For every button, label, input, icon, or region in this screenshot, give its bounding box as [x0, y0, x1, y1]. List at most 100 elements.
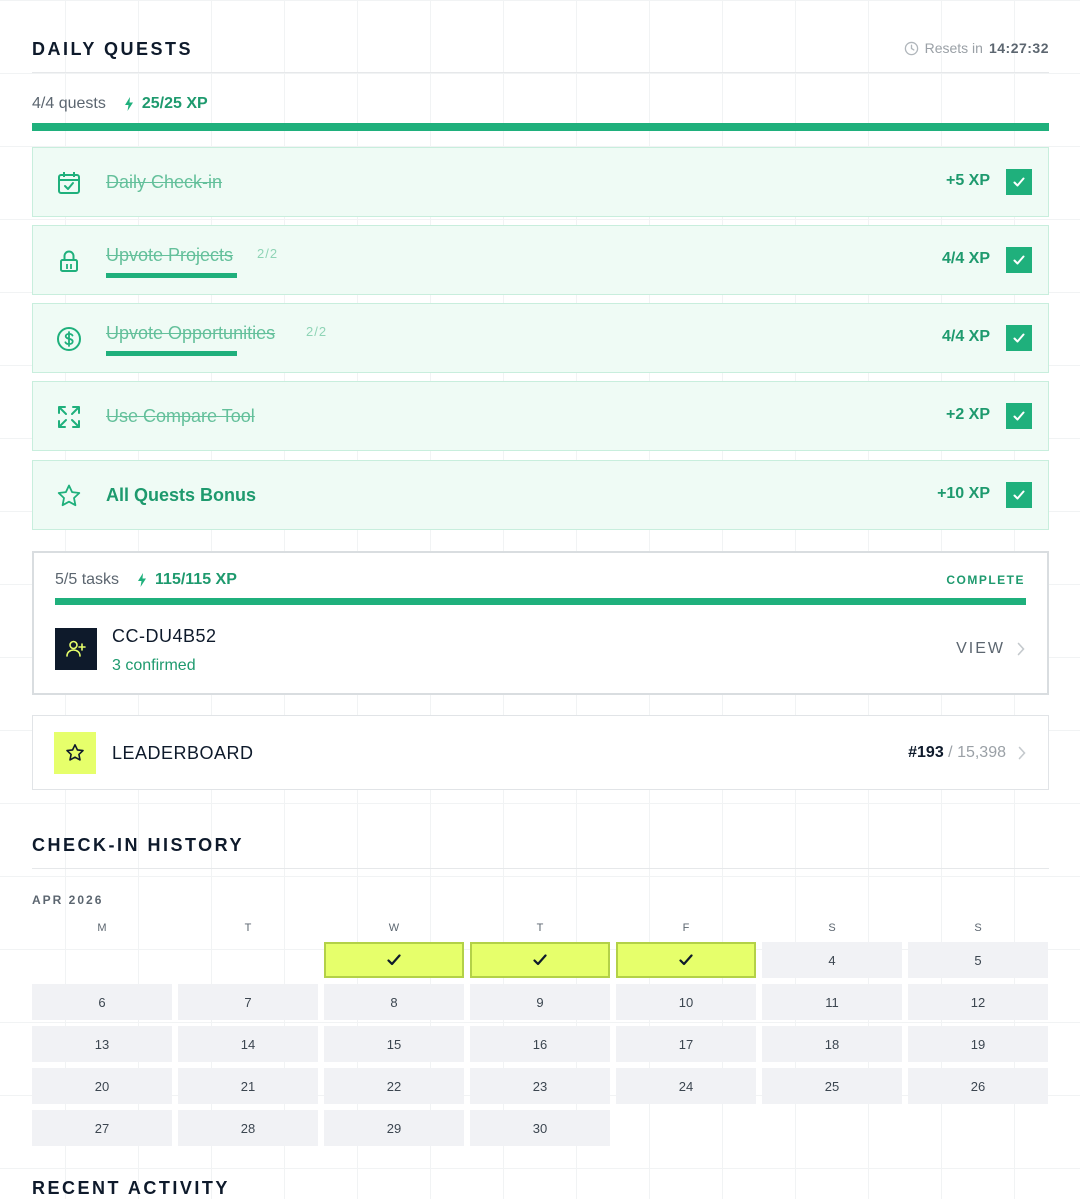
view-label: VIEW [956, 640, 1005, 657]
quest-checkbox[interactable] [1006, 482, 1032, 508]
check-icon [1013, 333, 1025, 343]
star-icon [66, 744, 84, 761]
calendar-day[interactable]: 30 [470, 1110, 610, 1146]
leaderboard-badge [54, 732, 96, 774]
weekday-label: T [244, 922, 252, 934]
star-icon [57, 484, 81, 507]
check-icon [533, 954, 547, 966]
daily-quests-header: DAILY QUESTS Resets in 14:27:32 [32, 38, 1049, 73]
calendar-day[interactable]: 20 [32, 1068, 172, 1104]
quest-checkbox[interactable] [1006, 403, 1032, 429]
bolt-icon [124, 97, 133, 111]
check-icon [679, 954, 693, 966]
calendar-day[interactable]: 5 [908, 942, 1048, 978]
quest-upvote-projects[interactable]: Upvote Projects 2/2 4/4 XP [32, 225, 1049, 295]
weekday-label: S [828, 922, 836, 934]
referral-xp: 115/115 XP [155, 571, 237, 588]
check-icon [1013, 255, 1025, 265]
calendar-day[interactable]: 24 [616, 1068, 756, 1104]
calendar-day[interactable]: 18 [762, 1026, 902, 1062]
quest-all-quests-bonus[interactable]: All Quests Bonus +10 XP [32, 460, 1049, 530]
check-icon [1013, 411, 1025, 421]
quest-daily-checkin[interactable]: Daily Check-in +5 XP [32, 147, 1049, 217]
quest-use-compare-tool[interactable]: Use Compare Tool +2 XP [32, 381, 1049, 451]
calendar-day[interactable]: 22 [324, 1068, 464, 1104]
calendar-day[interactable]: 7 [178, 984, 318, 1020]
check-icon [1013, 490, 1025, 500]
quest-xp: 4/4 XP [941, 250, 990, 267]
calendar-day[interactable]: 17 [616, 1026, 756, 1062]
checkin-history-title: CHECK-IN HISTORY [32, 835, 245, 855]
quest-checkbox[interactable] [1006, 247, 1032, 273]
calendar-day[interactable]: 12 [908, 984, 1048, 1020]
calendar-day[interactable]: 23 [470, 1068, 610, 1104]
quest-progress-bar [106, 273, 237, 278]
calendar-day[interactable]: 4 [762, 942, 902, 978]
calendar-day[interactable]: 15 [324, 1026, 464, 1062]
quests-count: 4/4 quests [32, 95, 106, 112]
weekday-label: F [682, 922, 690, 934]
weekday-label: W [388, 922, 400, 934]
quest-name: Upvote Opportunities [106, 323, 276, 343]
calendar-day[interactable]: 21 [178, 1068, 318, 1104]
reset-timer: Resets in 14:27:32 [904, 40, 1049, 56]
view-button[interactable]: VIEW [956, 640, 1025, 658]
referral-tasks: 5/5 tasks 115/115 XP [55, 571, 237, 589]
calendar-day[interactable]: 28 [178, 1110, 318, 1146]
calendar-day[interactable]: 19 [908, 1026, 1048, 1062]
divider [32, 868, 1049, 869]
calendar-day[interactable]: 26 [908, 1068, 1048, 1104]
calendar-day[interactable]: 13 [32, 1026, 172, 1062]
calendar-day[interactable]: 6 [32, 984, 172, 1020]
weekday-label: S [974, 922, 982, 934]
referral-confirmed: 3 confirmed [112, 657, 196, 674]
recent-activity-title: RECENT ACTIVITY [32, 1178, 230, 1198]
calendar-day[interactable]: 27 [32, 1110, 172, 1146]
check-icon [387, 954, 401, 966]
chevron-right-icon [1018, 746, 1026, 760]
quest-xp: +2 XP [945, 406, 990, 423]
calendar-day[interactable]: 11 [762, 984, 902, 1020]
calendar-day[interactable]: 29 [324, 1110, 464, 1146]
quest-checkbox[interactable] [1006, 169, 1032, 195]
clock-icon [904, 41, 918, 55]
quest-name: Upvote Projects [106, 245, 234, 265]
check-icon [1013, 177, 1025, 187]
expand-arrows-icon [58, 406, 80, 428]
referral-tasks-count: 5/5 tasks [55, 571, 120, 588]
user-plus-icon [66, 640, 86, 657]
calendar-day[interactable]: 8 [324, 984, 464, 1020]
referral-card: 5/5 tasks 115/115 XP COMPLETE CC-DU4B52 … [32, 551, 1049, 695]
quest-checkbox[interactable] [1006, 325, 1032, 351]
referral-code: CC-DU4B52 [112, 626, 217, 646]
calendar-day-checked[interactable] [616, 942, 756, 978]
avatar [55, 628, 97, 670]
referral-status: COMPLETE [946, 573, 1025, 587]
quests-progress-bar [32, 123, 1049, 131]
calendar-day-checked[interactable] [470, 942, 610, 978]
quest-upvote-opportunities[interactable]: Upvote Opportunities 2/2 4/4 XP [32, 303, 1049, 373]
quest-name: All Quests Bonus [106, 485, 257, 505]
weekday-label: T [536, 922, 544, 934]
quest-xp: +10 XP [937, 485, 990, 502]
bolt-icon [138, 573, 147, 587]
calendar-day[interactable]: 9 [470, 984, 610, 1020]
rank-total: / 15,398 [948, 744, 1006, 761]
quest-name: Use Compare Tool [106, 406, 255, 426]
calendar-day[interactable]: 25 [762, 1068, 902, 1104]
quest-count: 2/2 [257, 246, 279, 261]
calendar-day[interactable]: 10 [616, 984, 756, 1020]
rank-value: #193 [908, 744, 944, 761]
quest-count: 2/2 [306, 324, 328, 339]
quests-summary: 4/4 quests 25/25 XP [32, 95, 208, 113]
calendar-day[interactable]: 14 [178, 1026, 318, 1062]
calendar-day[interactable]: 16 [470, 1026, 610, 1062]
leaderboard-row[interactable]: LEADERBOARD #193 / 15,398 [32, 715, 1049, 790]
leaderboard-rank: #193 / 15,398 [908, 744, 1026, 762]
quest-xp: +5 XP [945, 172, 990, 189]
calendar-day-checked[interactable] [324, 942, 464, 978]
quests-xp-total: 25/25 XP [141, 95, 208, 112]
referral-progress-bar [55, 598, 1026, 605]
quest-progress-bar [106, 351, 237, 356]
chevron-right-icon [1017, 642, 1025, 656]
